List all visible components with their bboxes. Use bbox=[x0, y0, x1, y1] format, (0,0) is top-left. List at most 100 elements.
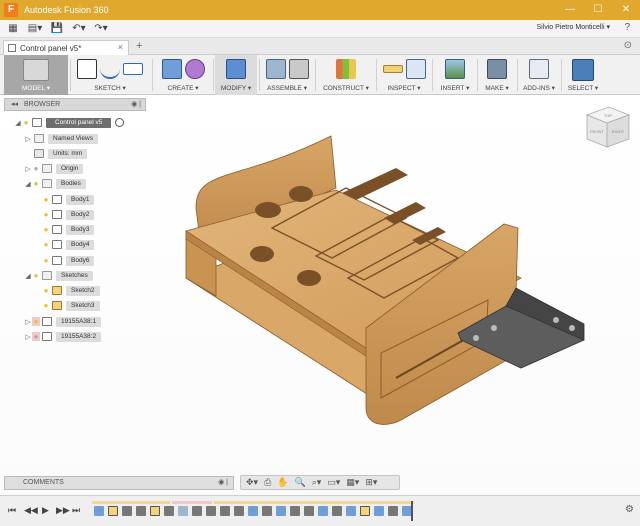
timeline-feature-icon[interactable] bbox=[276, 506, 286, 516]
tree-sketches[interactable]: ◢ ● Sketches bbox=[24, 270, 93, 281]
visibility-bulb-icon[interactable]: ● bbox=[32, 317, 40, 326]
joint-icon[interactable] bbox=[288, 59, 309, 79]
look-at-icon[interactable]: ⎙ bbox=[264, 477, 271, 488]
timeline-feature-icon[interactable] bbox=[206, 506, 216, 516]
visibility-bulb-icon[interactable]: ● bbox=[42, 256, 50, 265]
close-window-button[interactable]: ✕ bbox=[612, 0, 640, 20]
visibility-bulb-icon[interactable]: ● bbox=[42, 210, 50, 219]
comments-panel[interactable]: COMMENTS ◉ | bbox=[4, 476, 234, 490]
grid-settings-icon[interactable]: ▦▾ bbox=[346, 477, 359, 488]
collapse-browser-icon[interactable]: ◂◂ bbox=[11, 101, 18, 108]
visibility-bulb-icon[interactable]: ● bbox=[32, 271, 40, 280]
view-cube[interactable]: TOP FRONT RIGHT bbox=[581, 103, 633, 153]
data-panel-grid-icon[interactable]: ▦ bbox=[4, 21, 22, 37]
fit-icon[interactable]: ⌕▾ bbox=[312, 477, 322, 488]
tab-options-icon[interactable]: ⊙ bbox=[624, 40, 632, 51]
timeline-feature-icon[interactable] bbox=[150, 506, 160, 516]
timeline-feature-icon[interactable] bbox=[262, 506, 272, 516]
help-icon[interactable]: ? bbox=[624, 22, 630, 33]
inspect-menu[interactable]: INSPECT ▾ bbox=[379, 55, 429, 95]
press-pull-icon[interactable] bbox=[226, 59, 246, 79]
close-tab-icon[interactable]: × bbox=[118, 42, 123, 52]
browser-panel-header[interactable]: ◂◂ BROWSER ◉ | bbox=[4, 98, 146, 111]
make-menu[interactable]: MAKE ▾ bbox=[479, 55, 515, 95]
expand-triangle-icon[interactable]: ▷ bbox=[24, 135, 32, 143]
expand-triangle-icon[interactable]: ◢ bbox=[24, 180, 32, 188]
construct-menu[interactable]: CONSTRUCT ▾ bbox=[318, 55, 374, 95]
visibility-bulb-icon[interactable]: ● bbox=[32, 179, 40, 188]
offset-plane-icon[interactable] bbox=[336, 59, 356, 79]
user-account-menu[interactable]: Silvio Pietro Monticelli ▾ bbox=[536, 23, 610, 31]
3d-print-icon[interactable] bbox=[487, 59, 507, 79]
tree-body[interactable]: ● Body1 bbox=[42, 194, 95, 205]
orbit-icon[interactable]: ✥▾ bbox=[246, 477, 258, 488]
activate-radio-icon[interactable] bbox=[115, 118, 125, 127]
insert-image-icon[interactable] bbox=[445, 59, 465, 79]
tree-sketch[interactable]: ● Sketch3 bbox=[42, 300, 100, 311]
tab-control-panel[interactable]: Control panel v5* × bbox=[3, 40, 129, 55]
rectangle-icon[interactable] bbox=[123, 63, 143, 75]
timeline-track[interactable] bbox=[92, 501, 414, 521]
tree-body[interactable]: ● Body4 bbox=[42, 239, 95, 250]
timeline-feature-icon[interactable] bbox=[290, 506, 300, 516]
timeline-feature-icon[interactable] bbox=[192, 506, 202, 516]
timeline-feature-icon[interactable] bbox=[304, 506, 314, 516]
play-icon[interactable]: ▶ bbox=[42, 505, 49, 516]
tree-units[interactable]: Units: mm bbox=[24, 148, 88, 159]
section-analysis-icon[interactable] bbox=[405, 59, 426, 79]
select-menu[interactable]: SELECT ▾ bbox=[563, 55, 603, 95]
redo-icon[interactable]: ↷▾ bbox=[92, 21, 110, 37]
browser-options-icon[interactable]: ◉ | bbox=[131, 99, 141, 110]
file-menu-icon[interactable]: ▤▾ bbox=[26, 21, 44, 37]
timeline-settings-gear-icon[interactable]: ⚙ bbox=[625, 504, 634, 515]
modify-menu[interactable]: MODIFY ▾ bbox=[215, 55, 257, 95]
expand-triangle-icon[interactable]: ▷ bbox=[24, 333, 32, 341]
comments-options-icon[interactable]: ◉ | bbox=[218, 477, 228, 489]
tree-sketch[interactable]: ● Sketch2 bbox=[42, 285, 100, 296]
tree-body[interactable]: ● Body3 bbox=[42, 224, 95, 235]
visibility-bulb-icon[interactable]: ● bbox=[32, 164, 40, 173]
tree-bodies[interactable]: ◢ ● Bodies bbox=[24, 178, 86, 189]
scripts-addins-icon[interactable] bbox=[529, 59, 549, 79]
tree-component[interactable]: ▷ ● 19155A38:1 bbox=[24, 316, 102, 327]
timeline-feature-icon[interactable] bbox=[136, 506, 146, 516]
save-icon[interactable]: 💾 bbox=[48, 21, 66, 37]
select-arrow-icon[interactable] bbox=[572, 59, 594, 81]
timeline-feature-icon[interactable] bbox=[318, 506, 328, 516]
timeline-feature-icon[interactable] bbox=[164, 506, 174, 516]
visibility-bulb-icon[interactable]: ● bbox=[42, 195, 50, 204]
timeline-feature-icon[interactable] bbox=[94, 506, 104, 516]
expand-triangle-icon[interactable]: ◢ bbox=[24, 272, 32, 280]
timeline-feature-icon[interactable] bbox=[108, 506, 118, 516]
extrude-icon[interactable] bbox=[161, 59, 182, 79]
undo-icon[interactable]: ↶▾ bbox=[70, 21, 88, 37]
timeline-marker[interactable] bbox=[411, 501, 413, 521]
timeline-feature-icon[interactable] bbox=[248, 506, 258, 516]
assemble-menu[interactable]: ASSEMBLE ▾ bbox=[261, 55, 313, 95]
new-component-icon[interactable] bbox=[265, 59, 286, 79]
tree-body[interactable]: ● Body2 bbox=[42, 209, 95, 220]
visibility-bulb-icon[interactable]: ● bbox=[42, 286, 50, 295]
visibility-bulb-icon[interactable]: ● bbox=[22, 118, 30, 127]
expand-triangle-icon[interactable]: ◢ bbox=[14, 119, 22, 127]
addins-menu[interactable]: ADD-INS ▾ bbox=[519, 55, 559, 95]
tree-component[interactable]: ▷ ● 19155A38:2 bbox=[24, 331, 102, 342]
new-tab-button[interactable]: + bbox=[136, 40, 142, 52]
measure-icon[interactable] bbox=[382, 65, 403, 73]
timeline-feature-icon[interactable] bbox=[332, 506, 342, 516]
tree-origin[interactable]: ▷ ● Origin bbox=[24, 163, 84, 174]
workspace-model-dropdown[interactable]: MODEL ▾ bbox=[4, 55, 68, 95]
timeline-feature-icon[interactable] bbox=[374, 506, 384, 516]
go-to-start-icon[interactable]: ⏮ bbox=[8, 505, 16, 516]
go-to-end-icon[interactable]: ⏭ bbox=[72, 505, 80, 516]
step-back-icon[interactable]: ◀◀ bbox=[24, 505, 38, 516]
timeline-feature-icon[interactable] bbox=[178, 506, 188, 516]
spline-icon[interactable] bbox=[100, 59, 120, 79]
tree-body[interactable]: ● Body6 bbox=[42, 255, 95, 266]
timeline-feature-icon[interactable] bbox=[346, 506, 356, 516]
minimize-button[interactable]: — bbox=[556, 0, 584, 20]
expand-triangle-icon[interactable]: ▷ bbox=[24, 318, 32, 326]
tree-named-views[interactable]: ▷ Named Views bbox=[24, 133, 98, 144]
sketch-menu[interactable]: SKETCH ▾ bbox=[72, 55, 148, 95]
visibility-bulb-icon[interactable]: ● bbox=[42, 301, 50, 310]
